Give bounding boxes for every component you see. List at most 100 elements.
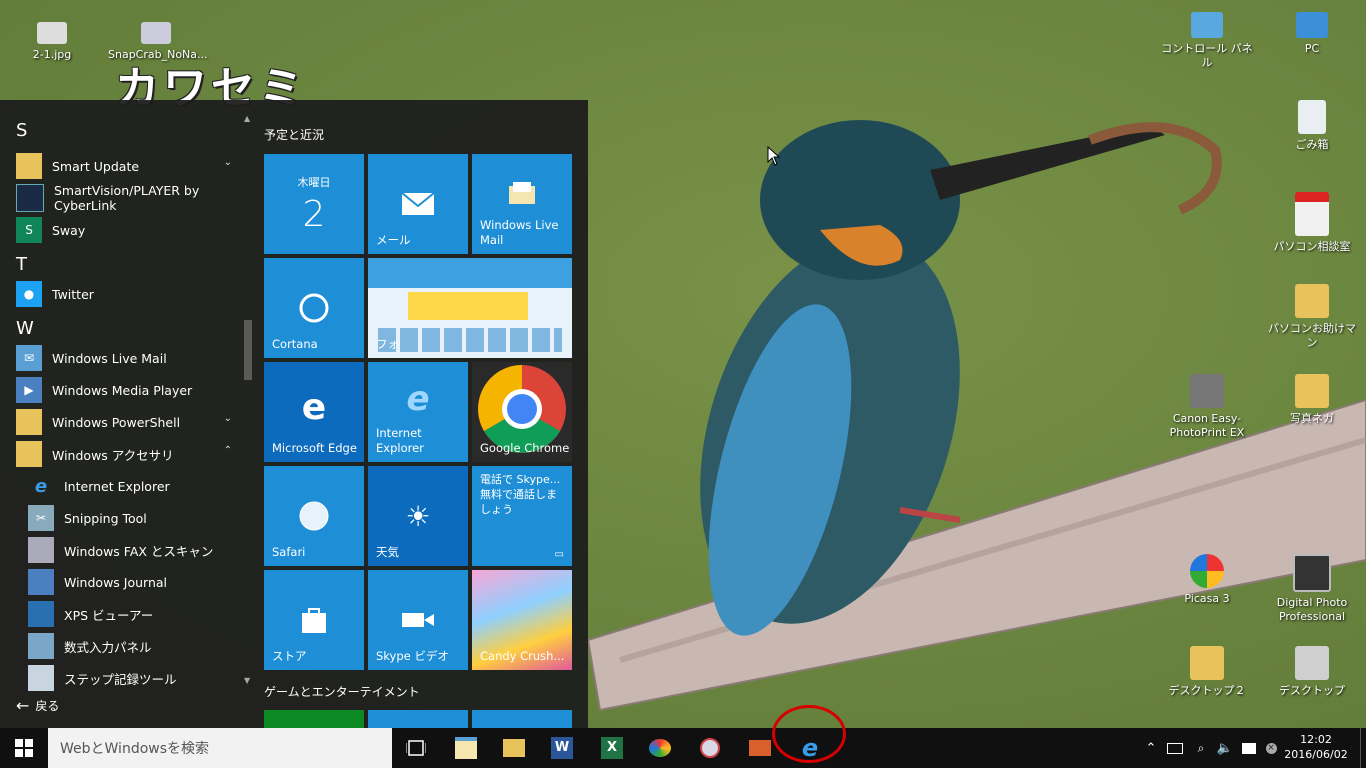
- fax-icon: [28, 537, 54, 563]
- app-list: S Smart Update ⌄ SmartVision/PLAYER by C…: [0, 100, 242, 728]
- letter-header-s[interactable]: S: [16, 120, 27, 141]
- taskbar-paint[interactable]: [640, 728, 680, 768]
- desktop-icon-2-1-jpg[interactable]: 2-1.jpg: [4, 22, 100, 62]
- letter-header-w[interactable]: W: [16, 318, 34, 339]
- word-icon: W: [551, 737, 573, 759]
- show-desktop-button[interactable]: [1360, 728, 1366, 768]
- folder-icon: [16, 409, 42, 435]
- app-snipping-tool[interactable]: ✂ Snipping Tool: [28, 503, 238, 533]
- desktop-icon-snapcrab[interactable]: SnapCrab_NoNa...: [108, 22, 208, 62]
- tile-cortana[interactable]: Cortana: [264, 258, 364, 358]
- desktop-icon-dpp[interactable]: Digital Photo Professional: [1264, 554, 1360, 624]
- desktop-icon-canon[interactable]: Canon Easy-PhotoPrint EX: [1159, 374, 1255, 440]
- folder-icon: [16, 441, 42, 467]
- app-windows-live-mail[interactable]: ✉ Windows Live Mail: [16, 343, 238, 373]
- scrollbar-thumb[interactable]: [244, 320, 252, 380]
- printer-icon: [1190, 374, 1224, 408]
- tile-microsoft-edge[interactable]: e Microsoft Edge: [264, 362, 364, 462]
- app-windows-accessories[interactable]: Windows アクセサリ ⌃: [16, 439, 238, 469]
- tray-volume[interactable]: 🔈: [1214, 728, 1236, 768]
- photo-banner-grid: [378, 328, 562, 352]
- app-windows-media-player[interactable]: ▶ Windows Media Player: [16, 375, 238, 405]
- camera-icon: [1293, 554, 1331, 592]
- tile-skype-promo[interactable]: 電話で Skype... 無料で通話しましょう ▭: [472, 466, 572, 566]
- desktop-icon-photo-negatives[interactable]: 写真ネガ: [1264, 374, 1360, 426]
- app-twitter[interactable]: ● Twitter: [16, 279, 238, 309]
- desktop-icon-pc[interactable]: PC: [1264, 12, 1360, 56]
- control-panel-icon: [1191, 12, 1223, 38]
- app-xps-viewer[interactable]: XPS ビューアー: [28, 599, 238, 629]
- tray-battery[interactable]: [1164, 728, 1186, 768]
- start-menu: S Smart Update ⌄ SmartVision/PLAYER by C…: [0, 100, 588, 728]
- tile-group-games[interactable]: ゲームとエンターテイメント: [264, 683, 420, 700]
- app-sway[interactable]: S Sway: [16, 215, 238, 245]
- app-list-scrollbar[interactable]: ▲ ▼: [244, 114, 252, 685]
- desktop-icon-pc-consult[interactable]: パソコン相談室: [1264, 192, 1360, 254]
- photo-banner: [368, 258, 572, 288]
- tray-action-center[interactable]: [1238, 728, 1260, 768]
- app-windows-journal[interactable]: Windows Journal: [28, 567, 238, 597]
- system-clock[interactable]: 12:02 2016/06/02: [1284, 732, 1348, 762]
- app-smart-update[interactable]: Smart Update ⌄: [16, 151, 238, 181]
- tile-google-chrome[interactable]: Google Chrome: [472, 362, 572, 462]
- back-button[interactable]: ← 戻る: [16, 696, 59, 715]
- tile-group-schedule[interactable]: 予定と近況: [264, 126, 324, 143]
- app-windows-fax-scan[interactable]: Windows FAX とスキャン: [28, 535, 238, 565]
- app-windows-powershell[interactable]: Windows PowerShell ⌄: [16, 407, 238, 437]
- scroll-down-icon[interactable]: ▼: [244, 676, 250, 685]
- twitter-icon: ●: [16, 281, 42, 307]
- taskbar-snipping[interactable]: [690, 728, 730, 768]
- tile-weather[interactable]: ☀ 天気: [368, 466, 468, 566]
- tile-mail[interactable]: メール: [368, 154, 468, 254]
- tile-store[interactable]: ストア: [264, 570, 364, 670]
- tile-games-3[interactable]: [472, 710, 572, 728]
- taskbar-file-explorer[interactable]: [494, 728, 534, 768]
- folder-icon: [1295, 374, 1329, 408]
- taskbar-word[interactable]: W: [542, 728, 582, 768]
- tile-photos[interactable]: フォ: [368, 258, 572, 358]
- tile-xbox[interactable]: [264, 710, 364, 728]
- app-steps-recorder[interactable]: ステップ記録ツール: [28, 663, 238, 693]
- clock-time: 12:02: [1300, 733, 1332, 746]
- start-button[interactable]: [0, 728, 48, 768]
- snipping-tool-icon: ✂: [28, 505, 54, 531]
- tile-candy-crush[interactable]: Candy Crush...: [472, 570, 572, 670]
- smartvision-icon: [16, 184, 44, 212]
- tile-skype-video[interactable]: Skype ビデオ: [368, 570, 468, 670]
- tile-internet-explorer[interactable]: e Internet Explorer: [368, 362, 468, 462]
- red-annotation-circle: [772, 705, 846, 763]
- app-internet-explorer[interactable]: e Internet Explorer: [28, 471, 238, 501]
- tray-close-badge[interactable]: ×: [1262, 728, 1280, 768]
- desktop-icon-recycle-bin[interactable]: ごみ箱: [1264, 100, 1360, 152]
- tile-windows-live-mail[interactable]: Windows Live Mail: [472, 154, 572, 254]
- app-math-input-panel[interactable]: 数式入力パネル: [28, 631, 238, 661]
- desktop-icon-desktop2[interactable]: デスクトップ２: [1159, 646, 1255, 698]
- tile-safari[interactable]: Safari: [264, 466, 364, 566]
- taskbar: WebとWindowsを検索 W X e ⌃ ⌕ 🔈 × 12:02 2016/…: [0, 728, 1366, 768]
- image-file-icon: [141, 22, 171, 44]
- clock-date: 2016/06/02: [1284, 748, 1348, 761]
- toolbox-icon: [749, 740, 771, 756]
- battery-icon: [1167, 742, 1183, 754]
- paint-palette-icon: [649, 739, 671, 757]
- tile-calendar[interactable]: 木曜日 2: [264, 154, 364, 254]
- desktop-icon-pc-helper[interactable]: パソコンお助けマン: [1264, 284, 1360, 350]
- taskbar-live-mail[interactable]: [446, 728, 486, 768]
- tile-games-2[interactable]: [368, 710, 468, 728]
- folder-user-icon: [1295, 284, 1329, 318]
- scroll-up-icon[interactable]: ▲: [244, 114, 250, 123]
- snipping-tool-icon: [700, 738, 720, 758]
- chevron-down-icon: ⌄: [223, 413, 232, 424]
- task-view-button[interactable]: [396, 728, 436, 768]
- taskbar-excel[interactable]: X: [592, 728, 632, 768]
- tray-show-hidden[interactable]: ⌃: [1142, 728, 1160, 768]
- letter-header-t[interactable]: T: [16, 254, 27, 275]
- tray-network[interactable]: ⌕: [1190, 728, 1212, 768]
- app-smartvision[interactable]: SmartVision/PLAYER by CyberLink: [16, 183, 238, 213]
- computer-icon: [1296, 12, 1328, 38]
- desktop-icon-control-panel[interactable]: コントロール パネル: [1159, 12, 1255, 70]
- desktop-icon-desktop[interactable]: デスクトップ: [1264, 646, 1360, 698]
- search-box[interactable]: WebとWindowsを検索: [48, 728, 392, 768]
- wifi-icon: ⌕: [1197, 740, 1205, 755]
- desktop-icon-picasa[interactable]: Picasa 3: [1159, 554, 1255, 606]
